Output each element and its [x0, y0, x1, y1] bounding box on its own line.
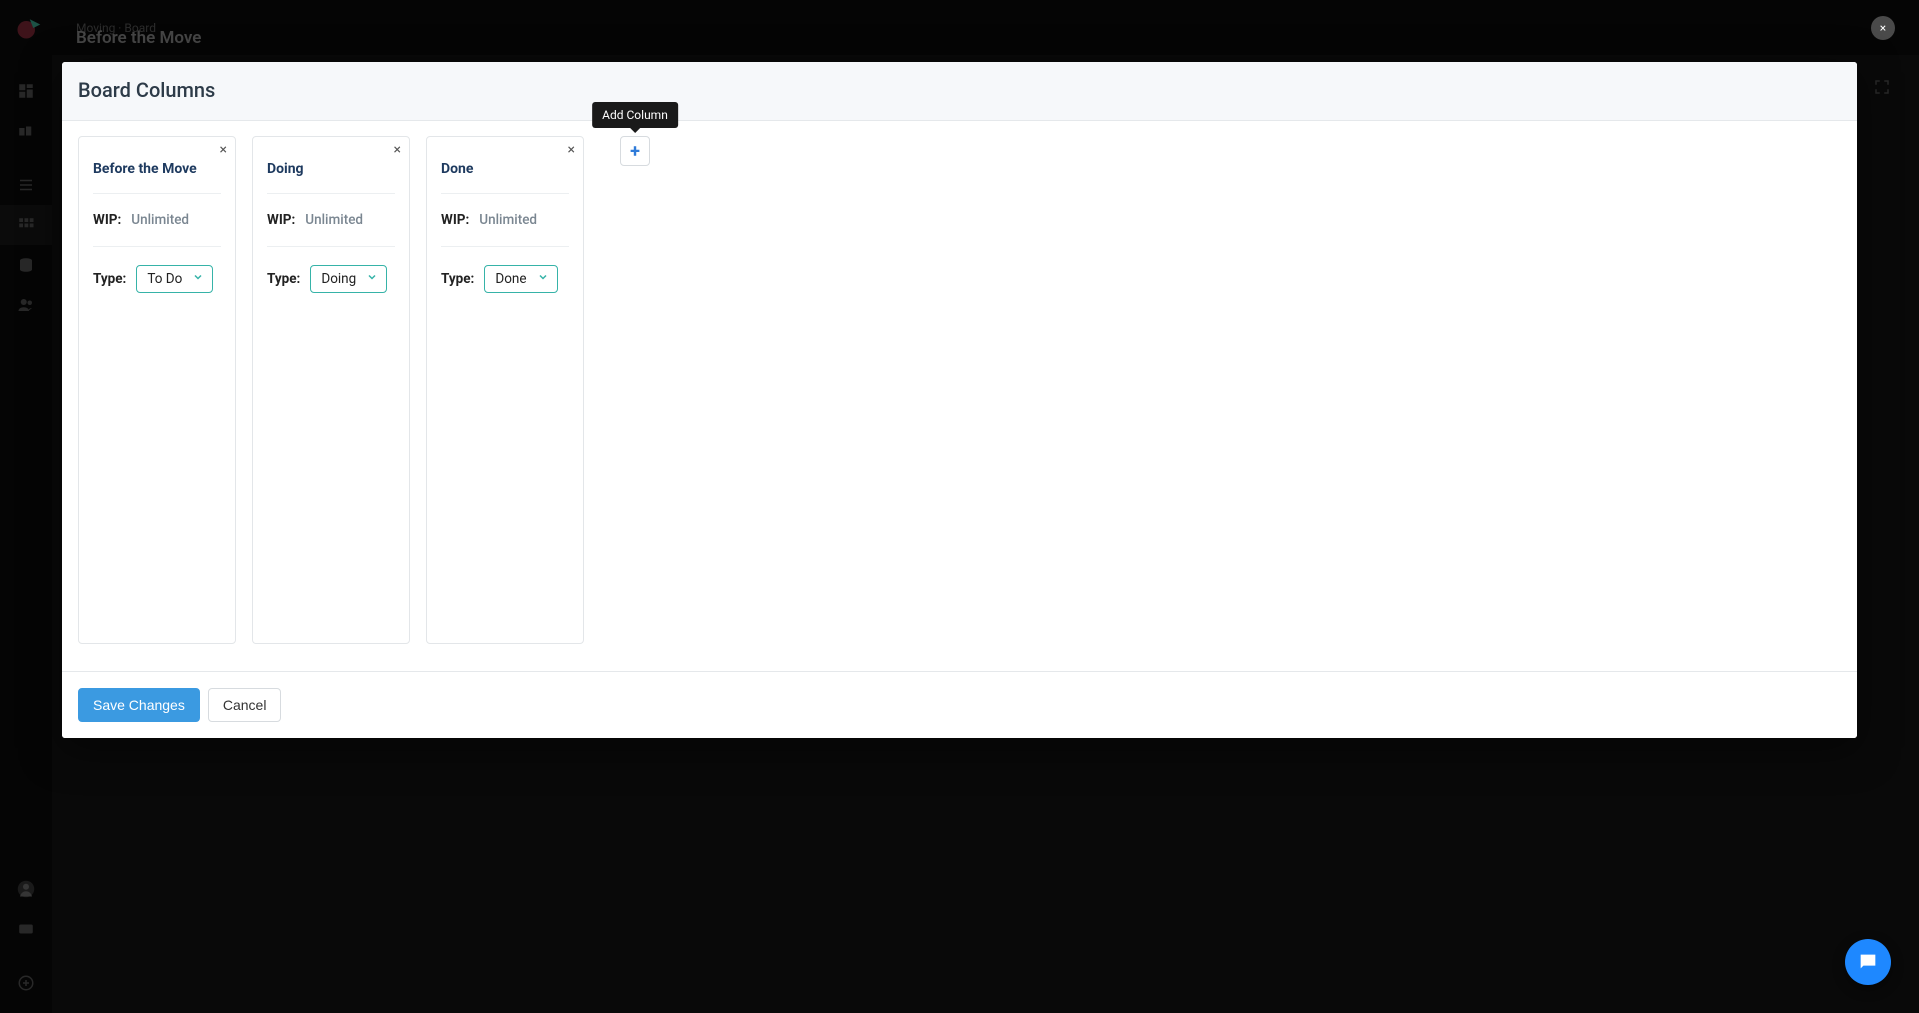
type-label: Type:: [267, 271, 300, 287]
type-label: Type:: [441, 271, 474, 287]
close-icon: ×: [1880, 21, 1886, 35]
close-icon: ×: [220, 142, 227, 158]
column-wip-row: WIP: Unlimited: [93, 194, 221, 247]
wip-value[interactable]: Unlimited: [305, 212, 363, 228]
wip-label: WIP:: [441, 212, 469, 228]
modal-overlay: × Board Columns × Before the Move WIP: U…: [0, 0, 1919, 1013]
board-columns-modal: Board Columns × Before the Move WIP: Unl…: [62, 62, 1857, 738]
wip-value[interactable]: Unlimited: [479, 212, 537, 228]
type-select[interactable]: To Do: [136, 265, 213, 293]
add-column-button[interactable]: +: [620, 136, 650, 166]
column-wip-row: WIP: Unlimited: [267, 194, 395, 247]
chat-icon: [1857, 951, 1879, 973]
wip-value[interactable]: Unlimited: [131, 212, 189, 228]
type-value: To Do: [147, 271, 182, 287]
column-card[interactable]: × Done WIP: Unlimited Type: Done: [426, 136, 584, 644]
chevron-down-icon: [366, 271, 378, 287]
column-name[interactable]: Doing: [267, 151, 395, 194]
column-type-row: Type: Done: [441, 247, 569, 299]
chat-bubble-button[interactable]: [1845, 939, 1891, 985]
column-remove-button[interactable]: ×: [220, 143, 227, 157]
chevron-down-icon: [192, 271, 204, 287]
column-type-row: Type: To Do: [93, 247, 221, 299]
type-label: Type:: [93, 271, 126, 287]
modal-footer: Save Changes Cancel: [62, 671, 1857, 738]
type-select[interactable]: Done: [484, 265, 557, 293]
column-name[interactable]: Before the Move: [93, 151, 221, 194]
plus-icon: +: [630, 141, 640, 162]
type-value: Done: [495, 271, 526, 287]
close-icon: ×: [568, 142, 575, 158]
column-type-row: Type: Doing: [267, 247, 395, 299]
column-name[interactable]: Done: [441, 151, 569, 194]
modal-body: × Before the Move WIP: Unlimited Type: T…: [62, 121, 1857, 671]
column-remove-button[interactable]: ×: [568, 143, 575, 157]
column-wip-row: WIP: Unlimited: [441, 194, 569, 247]
save-button[interactable]: Save Changes: [78, 688, 200, 722]
chevron-down-icon: [537, 271, 549, 287]
modal-title: Board Columns: [78, 78, 1841, 102]
wip-label: WIP:: [267, 212, 295, 228]
cancel-button[interactable]: Cancel: [208, 688, 282, 722]
add-column-wrapper: Add Column +: [620, 136, 650, 166]
add-column-tooltip: Add Column: [592, 102, 678, 128]
column-remove-button[interactable]: ×: [394, 143, 401, 157]
modal-header: Board Columns: [62, 62, 1857, 121]
close-icon: ×: [394, 142, 401, 158]
type-select[interactable]: Doing: [310, 265, 387, 293]
column-card[interactable]: × Doing WIP: Unlimited Type: Doing: [252, 136, 410, 644]
type-value: Doing: [321, 271, 356, 287]
wip-label: WIP:: [93, 212, 121, 228]
overlay-close-button[interactable]: ×: [1871, 16, 1895, 40]
column-card[interactable]: × Before the Move WIP: Unlimited Type: T…: [78, 136, 236, 644]
